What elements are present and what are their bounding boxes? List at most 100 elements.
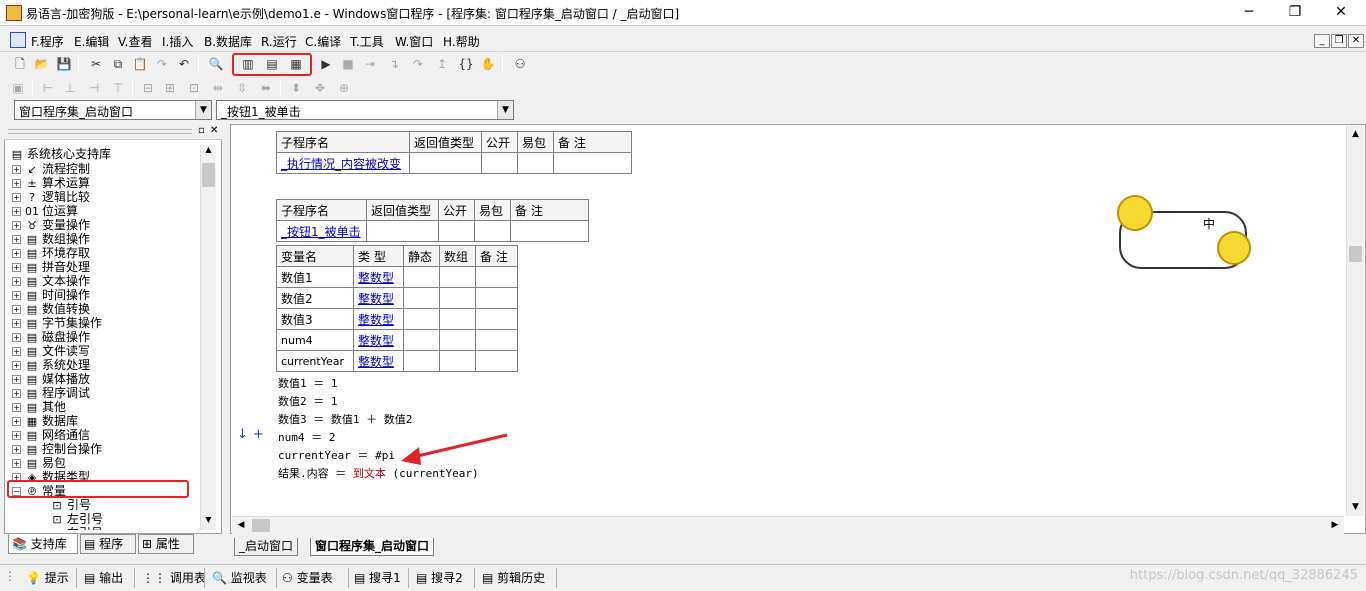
tree-item[interactable]: + ▤ 程序调试 <box>12 386 90 400</box>
space-v-icon[interactable]: ⇳ <box>232 78 252 98</box>
layout-left-icon[interactable]: ▥ <box>238 54 258 74</box>
code-line[interactable]: currentYear ＝ #pi <box>278 447 395 463</box>
align-grid-icon[interactable]: ▣ <box>8 78 28 98</box>
same-height-icon[interactable]: ⊞ <box>160 78 180 98</box>
search1-tab[interactable]: ▤ 搜寻1 <box>354 569 401 586</box>
step-icon[interactable]: ⇥ <box>360 54 380 74</box>
find-icon[interactable]: 🔍 <box>206 54 226 74</box>
expand-toggle-icon[interactable]: + <box>12 193 21 202</box>
tab-support-library[interactable]: 📚 支持库 <box>8 534 78 554</box>
code-line[interactable]: num4 ＝ 2 <box>278 429 335 445</box>
tree-item[interactable]: + ▤ 文件读写 <box>12 344 90 358</box>
tab-window-assembly[interactable]: 窗口程序集_启动窗口 <box>310 538 435 556</box>
code-line[interactable]: 数值1 ＝ 1 <box>278 375 338 391</box>
binoculars-icon[interactable]: ⚇ <box>510 54 530 74</box>
tree-item[interactable]: + ▤ 数组操作 <box>12 232 90 246</box>
menu-help[interactable]: H.帮助 <box>443 33 480 50</box>
close-button[interactable]: ✕ <box>1318 0 1364 26</box>
expand-toggle-icon[interactable]: + <box>12 291 21 300</box>
scroll-right-icon[interactable]: ▶ <box>1326 517 1344 534</box>
tree-item[interactable]: + ▤ 其他 <box>12 400 66 414</box>
tree-item[interactable]: + ▤ 控制台操作 <box>12 442 102 456</box>
step-into-icon[interactable]: ↴ <box>384 54 404 74</box>
tree-item[interactable]: + ± 算术运算 <box>12 176 90 190</box>
tree-item[interactable]: + ▤ 文本操作 <box>12 274 90 288</box>
menu-insert[interactable]: I.插入 <box>162 33 193 50</box>
menu-view[interactable]: V.查看 <box>118 33 152 50</box>
tree-item[interactable]: +01 位运算 <box>12 204 78 218</box>
code-editor[interactable]: 子程序名 返回值类型 公开 易包 备 注 _执行情况_内容被改变 子程序名 返回… <box>230 124 1366 534</box>
expand-toggle-icon[interactable]: + <box>12 207 21 216</box>
open-file-icon[interactable]: 📂 <box>32 54 52 74</box>
step-over-icon[interactable]: ↷ <box>408 54 428 74</box>
chevron-down-icon[interactable]: ▼ <box>195 101 211 119</box>
tree-item[interactable]: + ▤ 网络通信 <box>12 428 90 442</box>
center-both-icon[interactable]: ✥ <box>310 78 330 98</box>
space-h-icon[interactable]: ⇹ <box>208 78 228 98</box>
table-row[interactable]: num4 整数型 <box>276 329 518 351</box>
expand-toggle-icon[interactable]: + <box>12 333 21 342</box>
hint-tab[interactable]: 💡 提示 <box>26 569 69 586</box>
menu-edit[interactable]: E.编辑 <box>74 33 109 50</box>
tree-root[interactable]: ▤ 系统核心支持库 <box>10 147 111 161</box>
expand-toggle-icon[interactable]: + <box>12 375 21 384</box>
scroll-up-icon[interactable]: ▲ <box>1347 126 1364 143</box>
expand-toggle-icon[interactable]: + <box>12 235 21 244</box>
scroll-thumb[interactable] <box>1349 246 1362 262</box>
mdi-close-button[interactable]: ✕ <box>1348 34 1364 48</box>
expand-toggle-icon[interactable]: + <box>12 179 21 188</box>
align-top-icon[interactable]: ⊤ <box>108 78 128 98</box>
tab-startup-window[interactable]: _启动窗口 <box>234 538 299 556</box>
tree-child-item[interactable]: ⊡ 引号 <box>50 498 91 512</box>
expand-toggle-icon[interactable]: + <box>12 347 21 356</box>
tree-item[interactable]: + ↙ 流程控制 <box>12 162 90 176</box>
expand-toggle-icon[interactable]: + <box>12 431 21 440</box>
tree-item[interactable]: + ♉ 变量操作 <box>12 218 90 232</box>
search2-tab[interactable]: ▤ 搜寻2 <box>416 569 463 586</box>
braces-icon[interactable]: {} <box>456 54 476 74</box>
center-h-icon[interactable]: ⬌ <box>256 78 276 98</box>
clip-history-tab[interactable]: ▤ 剪辑历史 <box>482 569 545 586</box>
tab-properties[interactable]: ⊞ 属性 <box>138 534 194 554</box>
panel-close-icon[interactable]: ✕ <box>210 125 218 136</box>
redo-icon[interactable]: ↷ <box>152 54 172 74</box>
expand-toggle-icon[interactable]: + <box>12 389 21 398</box>
method-selector[interactable]: _按钮1_被单击 ▼ <box>216 100 514 120</box>
editor-vscrollbar[interactable]: ▲ ▼ <box>1346 126 1364 516</box>
tree-item[interactable]: + ▤ 时间操作 <box>12 288 90 302</box>
menu-compile[interactable]: C.编译 <box>305 33 341 50</box>
tree-item[interactable]: + ▤ 磁盘操作 <box>12 330 90 344</box>
center-v-icon[interactable]: ⬍ <box>286 78 306 98</box>
code-line[interactable]: 数值2 ＝ 1 <box>278 393 338 409</box>
menu-run[interactable]: R.运行 <box>261 33 297 50</box>
tree-scrollbar[interactable]: ▲ ▼ <box>200 145 216 530</box>
undo-icon[interactable]: ↶ <box>174 54 194 74</box>
tree-item[interactable]: + ▤ 环境存取 <box>12 246 90 260</box>
align-left-icon[interactable]: ⊢ <box>38 78 58 98</box>
mdi-minimize-button[interactable]: _ <box>1314 34 1330 48</box>
same-width-icon[interactable]: ⊟ <box>138 78 158 98</box>
minimize-button[interactable]: ─ <box>1226 0 1272 26</box>
menu-window[interactable]: W.窗口 <box>395 33 433 50</box>
expand-toggle-icon[interactable]: + <box>12 221 21 230</box>
expand-toggle-icon[interactable]: + <box>12 319 21 328</box>
lock-layout-icon[interactable]: ⊕ <box>334 78 354 98</box>
table-row[interactable]: currentYear 整数型 <box>276 350 518 372</box>
menu-tools[interactable]: T.工具 <box>350 33 384 50</box>
output-tab[interactable]: ▤ 输出 <box>84 569 123 586</box>
tree-item[interactable]: + ▤ 字节集操作 <box>12 316 102 330</box>
call-stack-tab[interactable]: ⋮⋮ 调用表 <box>142 569 206 586</box>
expand-toggle-icon[interactable]: + <box>12 263 21 272</box>
expand-toggle-icon[interactable]: + <box>12 277 21 286</box>
hand-icon[interactable]: ✋ <box>478 54 498 74</box>
save-icon[interactable]: 💾 <box>54 54 74 74</box>
menu-program[interactable]: F.程序 <box>31 33 64 50</box>
table-row[interactable]: 数值2 整数型 <box>276 287 518 309</box>
expand-toggle-icon[interactable]: + <box>12 165 21 174</box>
tab-program[interactable]: ▤ 程序 <box>80 534 136 554</box>
mdi-restore-button[interactable]: ❐ <box>1331 34 1347 48</box>
menu-database[interactable]: B.数据库 <box>204 33 252 50</box>
tree-item[interactable]: + ▤ 媒体播放 <box>12 372 90 386</box>
paste-icon[interactable]: 📋 <box>130 54 150 74</box>
cut-icon[interactable]: ✂ <box>86 54 106 74</box>
